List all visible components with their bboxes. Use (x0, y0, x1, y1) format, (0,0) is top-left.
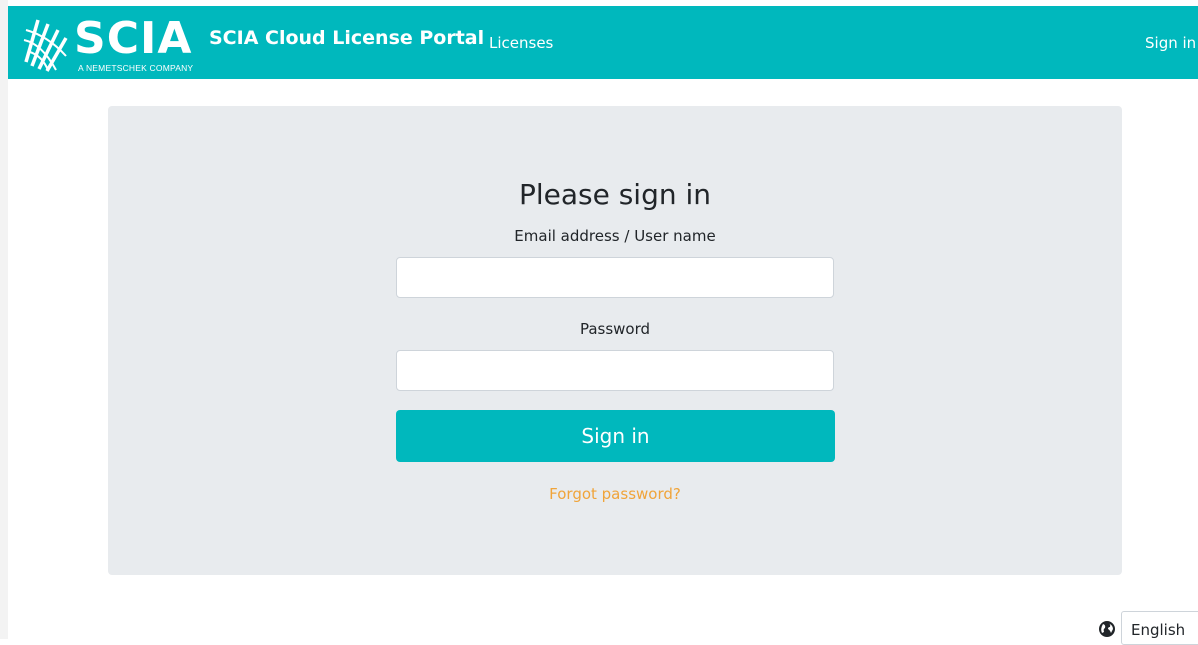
logo-wordmark: SCIA (74, 13, 193, 64)
page-left-edge (0, 0, 8, 639)
top-navbar: SCIA A NEMETSCHEK COMPANY SCIA Cloud Lic… (8, 6, 1198, 79)
scia-logo[interactable]: SCIA A NEMETSCHEK COMPANY (22, 14, 202, 74)
nav-link-licenses[interactable]: Licenses (489, 34, 553, 52)
sign-in-card: Please sign in Email address / User name… (108, 106, 1122, 575)
password-field[interactable] (396, 350, 834, 391)
password-label: Password (579, 320, 651, 338)
language-select[interactable]: English (1121, 611, 1198, 645)
sign-in-button[interactable]: Sign in (396, 410, 835, 462)
portal-title[interactable]: SCIA Cloud License Portal (209, 27, 484, 49)
sign-in-heading: Please sign in (518, 178, 712, 211)
email-label: Email address / User name (514, 227, 716, 245)
email-field[interactable] (396, 257, 834, 298)
forgot-password-link[interactable]: Forgot password? (108, 485, 1122, 503)
logo-tagline: A NEMETSCHEK COMPANY (78, 63, 194, 73)
scia-logo-mark-icon (23, 19, 68, 72)
globe-icon (1099, 621, 1115, 637)
nav-link-sign-in[interactable]: Sign in (1145, 34, 1196, 52)
